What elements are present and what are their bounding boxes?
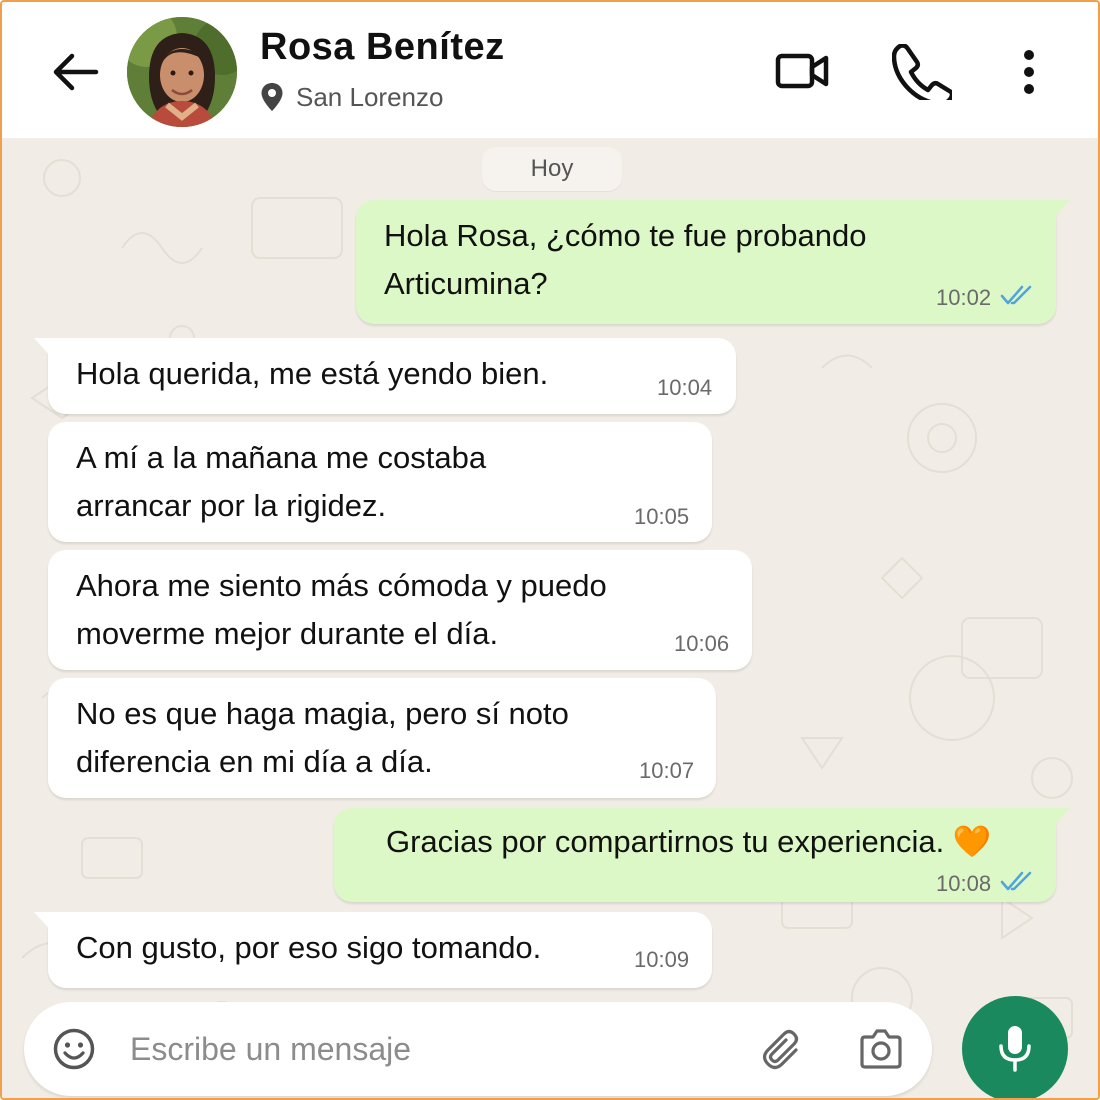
message-bubble-outgoing[interactable]: Hola Rosa, ¿cómo te fue probando Articumi… xyxy=(356,200,1070,324)
message-bubble-incoming[interactable]: Ahora me siento más cómoda y puedo moverm… xyxy=(48,550,752,670)
message-text: Hola Rosa, ¿cómo te fue probando Articumi… xyxy=(384,218,867,301)
read-receipt-icon xyxy=(1000,871,1032,891)
message-bubble-incoming[interactable]: No es que haga magia, pero sí noto difere… xyxy=(48,678,716,798)
message-text: Con gusto, por eso sigo tomando. xyxy=(76,930,542,965)
message-text: A mí a la mañana me costaba arrancar por … xyxy=(76,440,487,523)
video-call-icon[interactable] xyxy=(774,48,830,94)
message-time: 10:04 xyxy=(657,375,713,400)
message-text: No es que haga magia, pero sí noto difere… xyxy=(76,696,569,779)
message-bubble-incoming[interactable]: Con gusto, por eso sigo tomando. 10:09 xyxy=(34,912,712,988)
chat-header: Rosa Benítez San Lorenzo xyxy=(2,2,1098,138)
message-composer xyxy=(24,1002,932,1096)
message-input[interactable] xyxy=(130,1022,730,1076)
message-bubble-incoming[interactable]: Hola querida, me está yendo bien. 10:04 xyxy=(34,338,736,414)
bubble-tail xyxy=(34,912,64,934)
avatar[interactable] xyxy=(127,17,237,127)
message-time: 10:02 xyxy=(936,285,992,310)
location-pin-icon xyxy=(261,83,283,111)
read-receipt-icon xyxy=(1000,285,1032,305)
message-time: 10:06 xyxy=(674,631,730,656)
contact-name[interactable]: Rosa Benítez xyxy=(260,26,505,69)
message-time: 10:08 xyxy=(936,871,992,896)
bubble-tail xyxy=(1040,200,1070,222)
message-bubble-outgoing[interactable]: Gracias por compartirnos tu experiencia.… xyxy=(334,808,1070,902)
chat-window: Rosa Benítez San Lorenzo Hoy Hola Rosa, … xyxy=(0,0,1100,1100)
message-time: 10:07 xyxy=(639,758,695,783)
message-text: Gracias por compartirnos tu experiencia.… xyxy=(386,824,992,859)
emoji-icon[interactable] xyxy=(52,1027,96,1071)
bubble-tail xyxy=(34,338,64,360)
message-time: 10:05 xyxy=(634,504,690,529)
message-bubble-incoming[interactable]: A mí a la mañana me costaba arrancar por … xyxy=(48,422,712,542)
attach-icon[interactable] xyxy=(760,1026,808,1074)
message-time: 10:09 xyxy=(634,947,690,972)
date-divider: Hoy xyxy=(482,147,622,191)
back-arrow-icon[interactable] xyxy=(50,46,102,98)
more-options-icon[interactable] xyxy=(1014,48,1044,96)
microphone-button[interactable] xyxy=(962,996,1068,1098)
phone-call-icon[interactable] xyxy=(892,44,952,100)
bubble-tail xyxy=(1040,808,1070,830)
microphone-icon xyxy=(999,1026,1031,1072)
camera-icon[interactable] xyxy=(858,1028,904,1070)
contact-location: San Lorenzo xyxy=(260,80,443,114)
message-text: Ahora me siento más cómoda y puedo moverm… xyxy=(76,568,607,651)
message-text: Hola querida, me está yendo bien. xyxy=(76,356,549,391)
location-label: San Lorenzo xyxy=(296,81,444,112)
